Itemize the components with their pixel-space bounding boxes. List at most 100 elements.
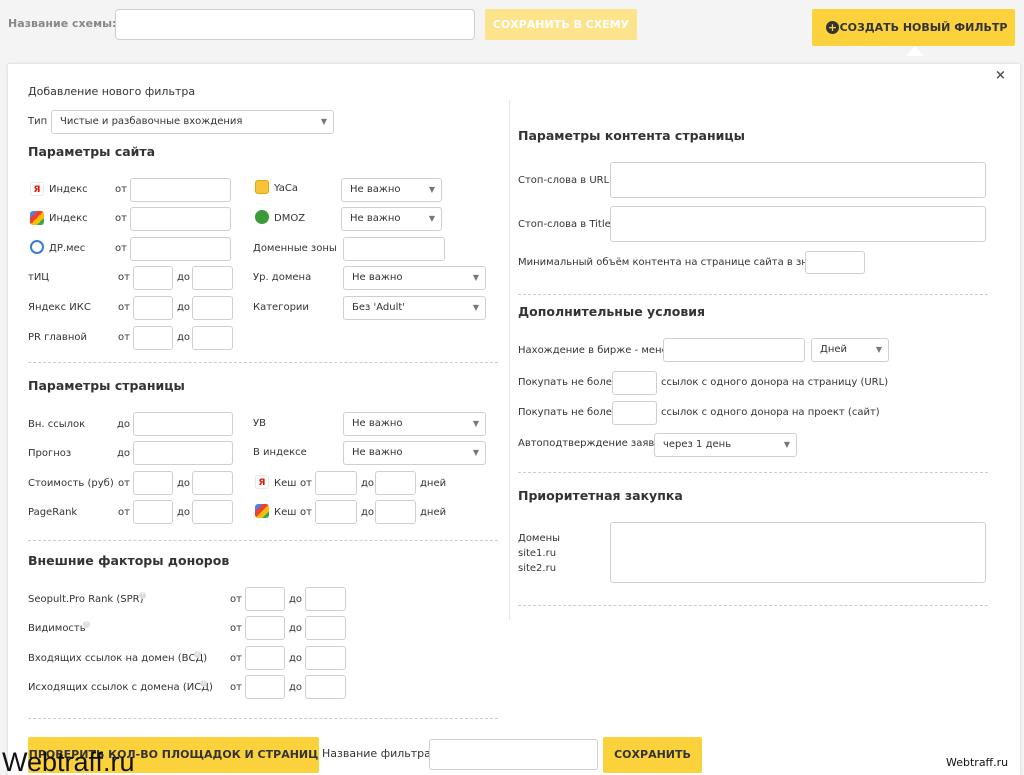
g-cache-from-input[interactable] — [315, 500, 357, 524]
ya-cache-from-input[interactable] — [315, 471, 357, 495]
chevron-down-icon: ▼ — [875, 345, 882, 354]
save-button[interactable]: СОХРАНИТЬ — [603, 737, 702, 773]
ot-label: от — [118, 332, 130, 343]
tic-from-input[interactable] — [133, 266, 173, 290]
create-filter-button[interactable]: + СОЗДАТЬ НОВЫЙ ФИЛЬТР — [812, 9, 1015, 46]
vsd-to-input[interactable] — [305, 646, 346, 670]
help-icon[interactable]: ? — [139, 592, 146, 599]
min-volume-input[interactable] — [805, 251, 865, 274]
ot-label: от — [118, 302, 130, 313]
level-label: Ур. домена — [253, 272, 312, 283]
divider — [28, 718, 498, 719]
ya-index-from-input[interactable] — [130, 178, 231, 202]
do-label: до — [177, 332, 191, 343]
yandex-icon: Я — [255, 475, 269, 489]
divider — [28, 540, 498, 541]
pagerank-to-input[interactable] — [192, 500, 233, 524]
g-cache-to-input[interactable] — [375, 500, 416, 524]
pagerank-from-input[interactable] — [133, 500, 173, 524]
stop-url-input[interactable] — [610, 162, 986, 198]
min-volume-label: Минимальный объём контента на странице с… — [518, 257, 833, 268]
zones-input[interactable] — [343, 237, 445, 261]
filter-name-input[interactable] — [429, 739, 598, 770]
in-index-select-value: Не важно — [352, 447, 403, 458]
exchange-input[interactable] — [663, 338, 805, 362]
chevron-down-icon: ▼ — [428, 185, 435, 194]
dmoz-label: DMOZ — [274, 213, 306, 224]
in-index-select[interactable]: Не важно ▼ — [343, 441, 486, 465]
iks-to-input[interactable] — [192, 296, 233, 320]
dp-from-input[interactable] — [130, 237, 231, 261]
forecast-input[interactable] — [133, 441, 233, 465]
close-icon[interactable]: × — [995, 69, 1006, 82]
ot-label: от — [230, 623, 242, 634]
divider — [28, 362, 498, 363]
days-label: дней — [420, 507, 447, 518]
external-factors-heading: Внешние факторы доноров — [28, 553, 230, 568]
cost-to-input[interactable] — [192, 471, 233, 495]
iks-from-input[interactable] — [133, 296, 173, 320]
g-index-from-input[interactable] — [130, 207, 231, 231]
popover-arrow — [906, 46, 924, 56]
pr-label: PR главной — [28, 332, 87, 343]
domains-textarea[interactable] — [610, 522, 986, 583]
visibility-from-input[interactable] — [245, 616, 285, 640]
save-to-scheme-button[interactable]: СОХРАНИТЬ В СХЕМУ — [485, 9, 637, 40]
vsd-label: Входящих ссылок на домен (ВСД) — [28, 653, 208, 664]
stop-url-label: Стоп-слова в URL — [518, 175, 610, 186]
buy-page-input[interactable] — [612, 371, 657, 395]
g-cache-label: Кеш — [274, 507, 297, 518]
vsd-from-input[interactable] — [245, 646, 285, 670]
buy-site-input[interactable] — [612, 401, 657, 425]
isd-from-input[interactable] — [245, 675, 285, 699]
chevron-down-icon: ▼ — [472, 419, 479, 428]
scheme-name-input[interactable] — [115, 9, 475, 40]
do-label: до — [177, 302, 191, 313]
out-links-label: Вн. ссылок — [28, 419, 86, 430]
chevron-down-icon: ▼ — [472, 448, 479, 457]
domains-example-2: site2.ru — [518, 563, 557, 574]
type-label: Тип — [28, 116, 48, 127]
stop-title-input[interactable] — [610, 206, 986, 242]
domains-label: Домены — [518, 533, 561, 544]
ya-cache-to-input[interactable] — [375, 471, 416, 495]
type-select[interactable]: Чистые и разбавочные вхождения ▼ — [51, 110, 334, 134]
divider — [518, 472, 988, 473]
chevron-down-icon: ▼ — [472, 303, 479, 312]
forecast-label: Прогноз — [28, 448, 72, 459]
help-icon[interactable]: ? — [83, 621, 90, 628]
level-select[interactable]: Не важно ▼ — [343, 266, 486, 290]
cost-from-input[interactable] — [133, 471, 173, 495]
tic-label: тИЦ — [28, 272, 50, 283]
buy-page-suffix: ссылок с одного донора на страницу (URL) — [661, 377, 889, 388]
tic-to-input[interactable] — [192, 266, 233, 290]
stop-title-label: Стоп-слова в Title — [518, 219, 611, 230]
spr-from-input[interactable] — [245, 587, 285, 611]
yaca-icon — [255, 180, 269, 194]
category-select[interactable]: Без 'Adult' ▼ — [343, 296, 486, 320]
uv-select[interactable]: Не важно ▼ — [343, 412, 486, 436]
chevron-down-icon: ▼ — [783, 440, 790, 449]
dmoz-select[interactable]: Не важно ▼ — [341, 207, 442, 231]
ot-label: от — [230, 682, 242, 693]
yaca-select[interactable]: Не важно ▼ — [341, 178, 442, 202]
days-label: дней — [420, 478, 447, 489]
help-icon[interactable]: ? — [194, 651, 201, 658]
do-label: до — [361, 507, 375, 518]
out-links-input[interactable] — [133, 412, 233, 436]
auto-confirm-select[interactable]: через 1 день ▼ — [654, 433, 797, 457]
priority-heading: Приоритетная закупка — [518, 488, 683, 503]
category-label: Категории — [253, 302, 309, 313]
dp-icon — [30, 240, 44, 254]
help-icon[interactable]: ? — [200, 680, 207, 687]
visibility-to-input[interactable] — [305, 616, 346, 640]
spr-to-input[interactable] — [305, 587, 346, 611]
plus-circle-icon: + — [826, 21, 839, 34]
divider — [518, 294, 988, 295]
scheme-name-label: Название схемы: — [8, 17, 117, 30]
isd-to-input[interactable] — [305, 675, 346, 699]
exchange-unit-select[interactable]: Дней ▼ — [811, 338, 889, 362]
pr-from-input[interactable] — [133, 326, 173, 350]
pr-to-input[interactable] — [192, 326, 233, 350]
g-index-label: Индекс — [49, 213, 88, 224]
